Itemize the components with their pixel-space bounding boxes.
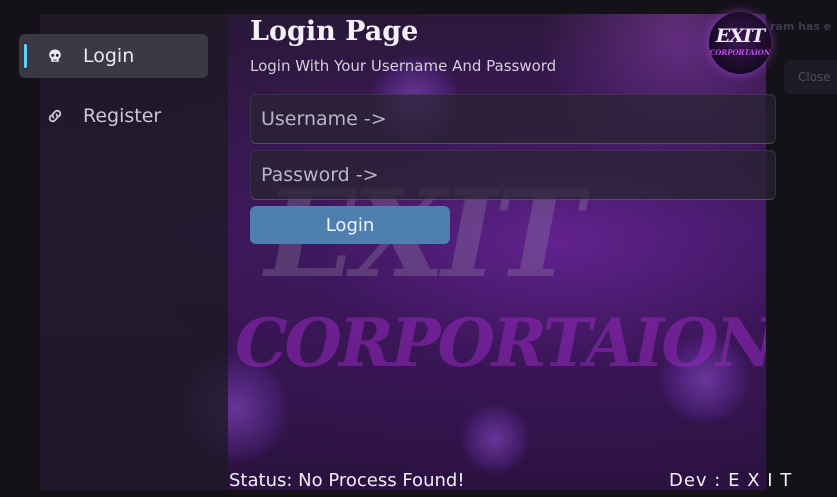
background-logo-corporation: CORPORTAION (235, 304, 766, 382)
username-input[interactable] (251, 95, 775, 143)
active-indicator (24, 44, 27, 68)
password-field-container (250, 150, 776, 200)
page-title: Login Page (250, 16, 419, 47)
password-input[interactable] (251, 151, 775, 199)
app-stage: ram has e Close EXIT CORPORTAION Login (0, 0, 837, 497)
background-close-button: Close (784, 60, 837, 94)
page-subtitle: Login With Your Username And Password (250, 57, 557, 75)
logo-text-exit: EXIT (715, 25, 765, 47)
login-button[interactable]: Login (250, 206, 450, 244)
status-text: Status: No Process Found! (229, 470, 465, 491)
background-notification-text: ram has e (770, 20, 832, 33)
sidebar-item-label: Login (83, 45, 135, 67)
sidebar-item-label: Register (83, 105, 162, 127)
logo-text-corporation: CORPORTAION (709, 48, 771, 57)
login-window: EXIT CORPORTAION (40, 14, 766, 490)
sidebar-item-register[interactable]: Register (19, 94, 208, 138)
background-orb (460, 404, 530, 474)
username-field-container (250, 94, 776, 144)
developer-credit: Dev : E X I T (669, 470, 793, 491)
sidebar (40, 14, 228, 490)
exit-logo: EXIT CORPORTAION (709, 12, 771, 74)
link-icon (45, 106, 65, 126)
skull-icon (45, 46, 65, 66)
sidebar-item-login[interactable]: Login (19, 34, 208, 78)
